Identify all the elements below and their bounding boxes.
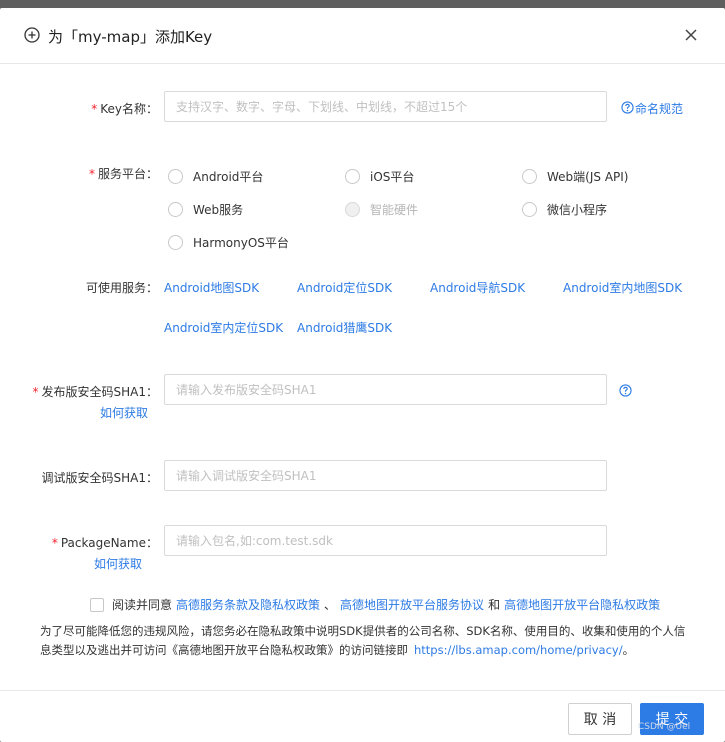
package-name-label: * PackageName： [52,534,158,551]
radio-android[interactable]: Android平台 [168,168,263,185]
radio-web-service[interactable]: Web服务 [168,201,243,218]
key-name-label: * Key名称： [91,100,158,117]
service-android-indoor-location-sdk[interactable]: Android室内定位SDK [164,319,283,336]
open-platform-privacy-link[interactable]: 高德地图开放平台隐私权政策 [504,596,660,613]
platform-label-text: 服务平台： [97,167,158,181]
amap-terms-link[interactable]: 高德服务条款及隐私权政策 [176,596,320,613]
release-sha1-label-text: 发布版安全码SHA1： [41,385,159,399]
key-name-input[interactable] [164,91,607,122]
agreement-checkbox[interactable] [90,597,104,612]
naming-rules-link[interactable]: 命名规范 [635,100,683,117]
required-mark: * [32,385,39,399]
dialog-footer: 取 消 提 交 [0,690,725,742]
radio-circle[interactable] [168,235,183,250]
services-label: 可使用服务： [85,281,158,295]
agreement-separator: 、 [324,598,337,612]
radio-label: HarmonyOS平台 [193,236,289,250]
dialog-header: 为「my-map」添加Key [0,8,725,64]
radio-web-js-api[interactable]: Web端(JS API) [522,168,628,185]
service-android-falcon-sdk[interactable]: Android猎鹰SDK [297,319,392,336]
watermark: CSDN @Uel [638,722,691,732]
release-sha1-label: * 发布版安全码SHA1： [33,383,159,400]
circle-plus-icon [24,27,40,43]
release-sha1-how-link[interactable]: 如何获取 [100,404,148,421]
platform-label: * 服务平台： [89,165,158,182]
cancel-button[interactable]: 取 消 [568,703,632,735]
radio-label: Web服务 [193,203,244,217]
package-name-how-link[interactable]: 如何获取 [94,555,142,572]
close-icon[interactable] [683,26,699,44]
agreement-row: 阅读并同意 高德服务条款及隐私权政策 、 高德地图开放平台服务协议 和 高德地图… [90,596,660,613]
radio-circle[interactable] [522,202,537,217]
debug-sha1-input[interactable] [164,460,607,491]
radio-label: 微信小程序 [547,203,608,217]
radio-circle[interactable] [345,169,360,184]
agreement-prefix: 阅读并同意 [112,598,173,612]
question-circle-icon [621,101,634,114]
required-mark: * [91,102,98,116]
radio-harmonyos[interactable]: HarmonyOS平台 [168,234,289,251]
required-mark: * [51,536,58,550]
radio-circle[interactable] [168,202,183,217]
open-platform-agreement-link[interactable]: 高德地图开放平台服务协议 [340,596,484,613]
radio-label: Web端(JS API) [547,170,629,184]
key-name-label-text: Key名称： [100,102,158,116]
radio-circle[interactable] [168,169,183,184]
release-sha1-input[interactable] [164,374,607,405]
service-android-map-sdk[interactable]: Android地图SDK [164,279,259,296]
agreement-and: 和 [488,598,501,612]
add-key-dialog: 为「my-map」添加Key *Key名称： 命名规范 *服务平台： Andro… [0,8,725,742]
radio-wechat-miniprogram[interactable]: 微信小程序 [522,201,607,218]
radio-label: iOS平台 [370,170,415,184]
radio-label: 智能硬件 [370,203,419,217]
dialog-title: 为「my-map」添加Key [48,28,213,46]
radio-ios[interactable]: iOS平台 [345,168,414,185]
service-android-location-sdk[interactable]: Android定位SDK [297,279,392,296]
package-name-label-text: PackageName： [60,536,158,550]
question-circle-icon[interactable] [619,384,632,397]
radio-smart-hardware: 智能硬件 [345,201,418,218]
radio-label: Android平台 [193,170,264,184]
privacy-notice: 为了尽可能降低您的违规风险，请您务必在隐私政策中说明SDK提供者的公司名称、SD… [40,622,690,660]
service-android-navigation-sdk[interactable]: Android导航SDK [430,279,525,296]
radio-circle [345,202,360,217]
package-name-input[interactable] [164,525,607,556]
service-android-indoor-map-sdk[interactable]: Android室内地图SDK [563,279,682,296]
radio-circle[interactable] [522,169,537,184]
debug-sha1-label: 调试版安全码SHA1： [41,471,159,485]
privacy-url-link[interactable]: https://lbs.amap.com/home/privacy/ [414,643,623,657]
privacy-notice-end: 。 [622,643,635,657]
required-mark: * [88,167,95,181]
